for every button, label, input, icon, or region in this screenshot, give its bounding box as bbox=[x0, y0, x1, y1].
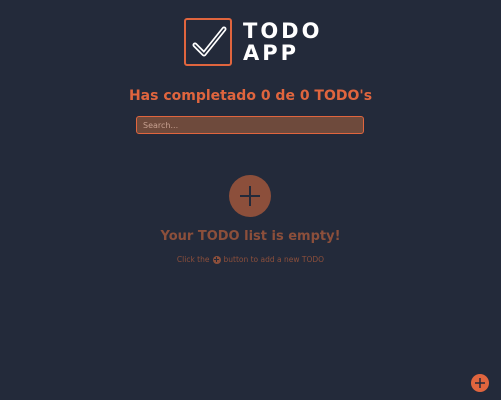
app-name: TODO APP bbox=[243, 20, 322, 64]
plus-icon bbox=[212, 255, 221, 264]
hint-text-after: button to add a new TODO bbox=[223, 255, 325, 264]
search-input[interactable] bbox=[136, 116, 364, 134]
check-icon bbox=[184, 18, 232, 66]
todo-app-page: TODO APP Has completado 0 de 0 TODO's Yo… bbox=[0, 0, 501, 400]
plus-icon bbox=[240, 186, 260, 206]
empty-state-hint: Click the button to add a new TODO bbox=[0, 255, 501, 264]
app-name-line2: APP bbox=[243, 41, 300, 65]
hint-text-before: Click the bbox=[176, 255, 210, 264]
empty-state-title: Your TODO list is empty! bbox=[160, 229, 341, 244]
add-todo-button[interactable] bbox=[229, 175, 271, 217]
completion-counter: Has completado 0 de 0 TODO's bbox=[128, 88, 373, 104]
app-logo: TODO APP bbox=[184, 18, 322, 66]
app-name-line1: TODO bbox=[243, 19, 323, 43]
floating-add-button[interactable] bbox=[471, 374, 489, 392]
plus-icon bbox=[475, 378, 485, 388]
